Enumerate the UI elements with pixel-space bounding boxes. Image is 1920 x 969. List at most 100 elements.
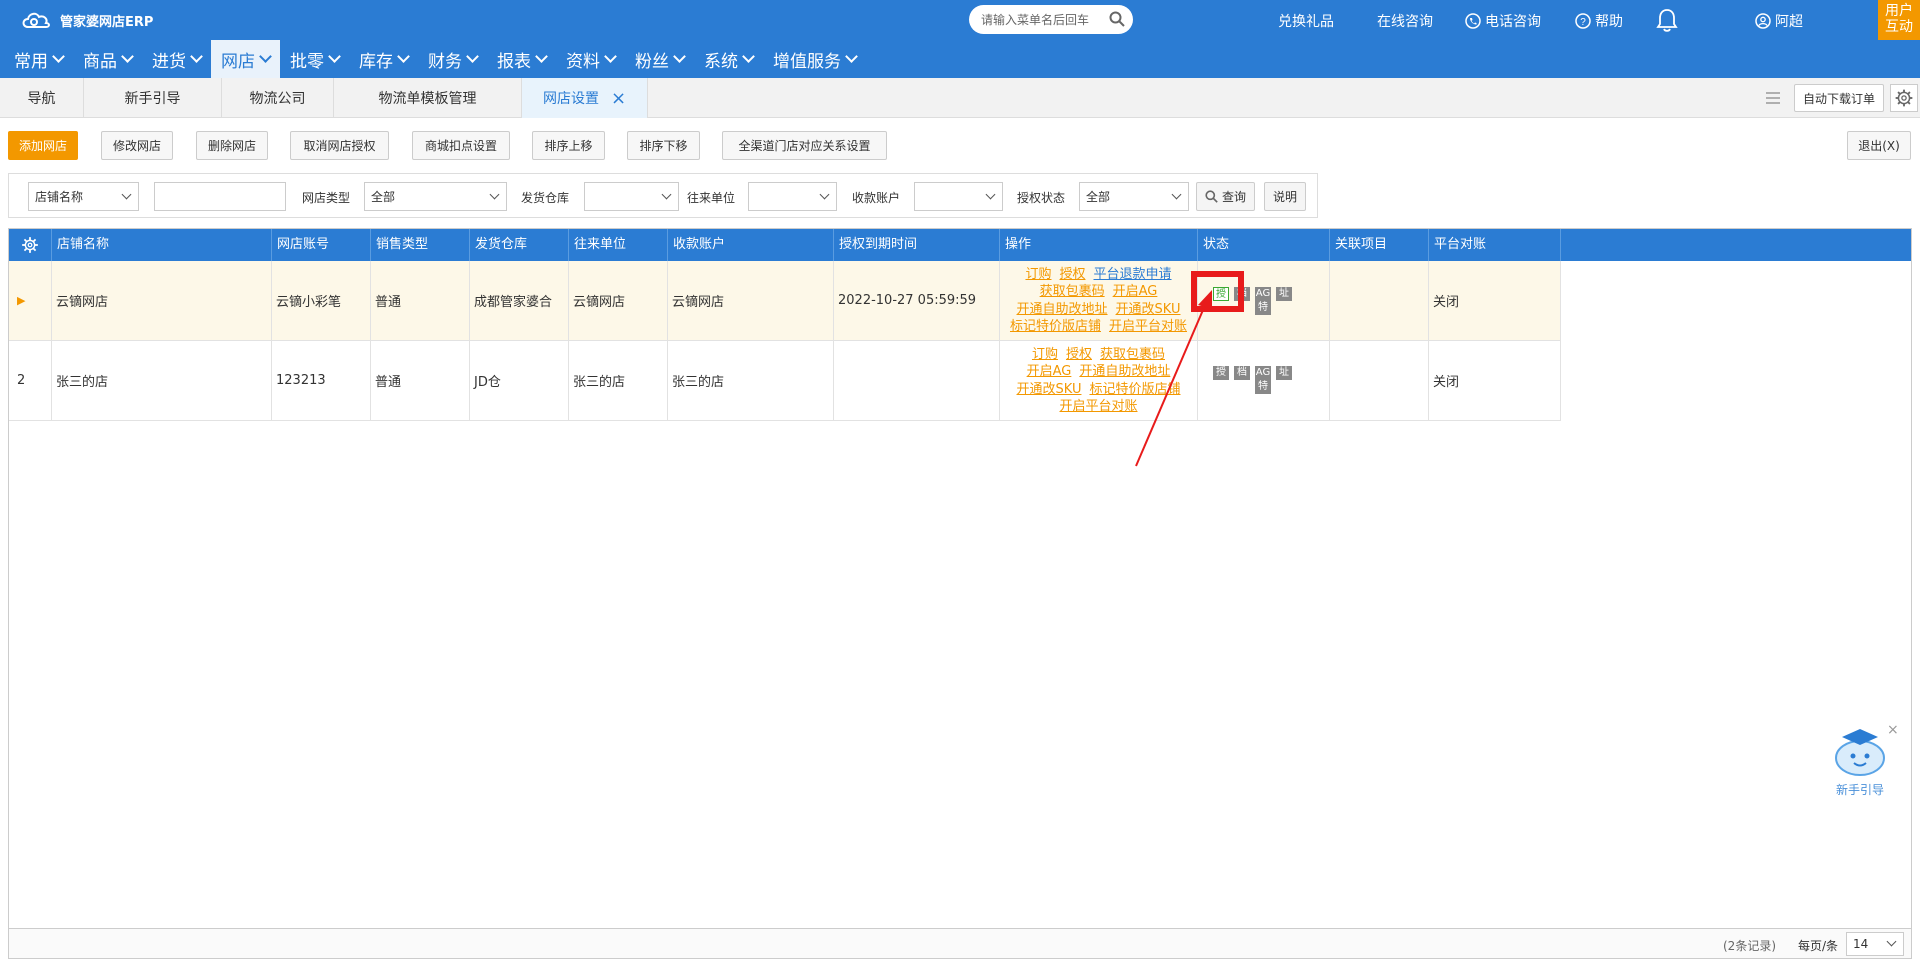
per-page-select[interactable]: 14 — [1846, 932, 1904, 956]
mark-special-shop-link[interactable]: 标记特价版店铺 — [1089, 381, 1180, 399]
col-auth-expire[interactable]: 授权到期时间 — [834, 229, 1000, 261]
mall-commission-settings-button[interactable]: 商城扣点设置 — [412, 131, 510, 160]
select-value: 店铺名称 — [35, 190, 84, 204]
explain-button[interactable]: 说明 — [1264, 182, 1307, 211]
online-consult-link[interactable]: 在线咨询 — [1377, 11, 1433, 31]
grid-settings-cell[interactable] — [9, 229, 52, 261]
nav-reports[interactable]: 报表 — [487, 40, 556, 78]
nav-finance[interactable]: 财务 — [418, 40, 487, 78]
select-value: 全部 — [371, 190, 396, 204]
order-link[interactable]: 订购 — [1032, 346, 1058, 364]
partner-select[interactable] — [748, 182, 837, 211]
tab-waybill-template[interactable]: 物流单模板管理 — [334, 78, 522, 118]
search-keyword-input[interactable] — [154, 182, 286, 211]
col-warehouse[interactable]: 发货仓库 — [470, 229, 569, 261]
platform-refund-link[interactable]: 平台退款申请 — [1094, 266, 1172, 284]
close-icon[interactable]: × — [611, 88, 626, 109]
query-button[interactable]: 查询 — [1196, 182, 1256, 211]
col-platform-reconcile[interactable]: 平台对账 — [1429, 229, 1561, 261]
nav-data[interactable]: 资料 — [556, 40, 625, 78]
gift-link[interactable]: 兑换礼品 — [1278, 11, 1334, 31]
auto-download-orders-button[interactable]: 自动下载订单 — [1793, 84, 1884, 112]
warehouse-select[interactable] — [584, 182, 679, 211]
user-menu[interactable]: 阿超 — [1755, 11, 1803, 31]
move-up-button[interactable]: 排序上移 — [532, 131, 605, 160]
nav-inventory[interactable]: 库存 — [349, 40, 418, 78]
nav-common[interactable]: 常用 — [4, 40, 73, 78]
col-sale-type[interactable]: 销售类型 — [371, 229, 470, 261]
gear-icon[interactable] — [1890, 84, 1918, 112]
menu-search-box[interactable] — [969, 5, 1133, 34]
col-shop-name[interactable]: 店铺名称 — [52, 229, 272, 261]
search-icon[interactable] — [1109, 11, 1125, 27]
enable-self-address-change-link[interactable]: 开通自助改地址 — [1079, 363, 1170, 381]
tab-navigation[interactable]: 导航 — [0, 78, 84, 118]
cell-warehouse: JD仓 — [470, 341, 569, 420]
cancel-authorization-button[interactable]: 取消网店授权 — [290, 131, 389, 160]
shop-type-select[interactable]: 全部 — [364, 182, 507, 211]
menu-search-input[interactable] — [981, 12, 1107, 27]
enable-sku-change-link[interactable]: 开通改SKU — [1116, 301, 1181, 319]
add-shop-button[interactable]: 添加网店 — [8, 131, 78, 160]
get-package-code-link[interactable]: 获取包裹码 — [1040, 283, 1105, 301]
user-interaction-badge[interactable]: 用户 互动 — [1878, 0, 1920, 40]
nav-goods[interactable]: 商品 — [73, 40, 142, 78]
delete-shop-button[interactable]: 删除网店 — [196, 131, 268, 160]
nav-value-added[interactable]: 增值服务 — [763, 40, 866, 78]
status-tag-authorized: 授 — [1213, 366, 1229, 380]
auth-status-select[interactable]: 全部 — [1079, 182, 1189, 211]
authorize-link[interactable]: 授权 — [1059, 266, 1085, 284]
move-down-button[interactable]: 排序下移 — [627, 131, 700, 160]
status-tag-address: 址 — [1276, 287, 1292, 301]
phone-consult-link[interactable]: 电话咨询 — [1465, 11, 1541, 31]
list-icon[interactable] — [1758, 84, 1788, 112]
cell-platform-reconcile: 关闭 — [1429, 261, 1561, 340]
col-operations[interactable]: 操作 — [1000, 229, 1198, 261]
cell-shop-name: 云镝网店 — [52, 261, 272, 340]
order-link[interactable]: 订购 — [1025, 266, 1051, 284]
table-row[interactable]: 2 张三的店 123213 普通 JD仓 张三的店 张三的店 订购 授权 获取包裹码… — [9, 341, 1561, 421]
status-tag-ag: AG — [1255, 366, 1271, 380]
nav-label: 商品 — [83, 51, 117, 72]
nav-purchase[interactable]: 进货 — [142, 40, 211, 78]
account-select[interactable] — [914, 182, 1003, 211]
table-row[interactable]: ▶ 云镝网店 云镝小彩笔 普通 成都管家婆合 云镝网店 云镝网店 2022-10… — [9, 261, 1561, 341]
tab-logistics-company[interactable]: 物流公司 — [222, 78, 334, 118]
authorize-link[interactable]: 授权 — [1066, 346, 1092, 364]
nav-webshop[interactable]: 网店 — [211, 40, 280, 78]
enable-ag-link[interactable]: 开启AG — [1027, 363, 1072, 381]
chevron-down-icon — [535, 50, 548, 63]
col-status[interactable]: 状态 — [1198, 229, 1330, 261]
beginner-guide-widget[interactable]: × 新手引导 — [1830, 722, 1899, 797]
per-page-label: 每页/条 — [1798, 939, 1839, 953]
nav-system[interactable]: 系统 — [694, 40, 763, 78]
col-partner[interactable]: 往来单位 — [569, 229, 668, 261]
edit-shop-button[interactable]: 修改网店 — [101, 131, 173, 160]
enable-self-address-change-link[interactable]: 开通自助改地址 — [1017, 301, 1108, 319]
gear-icon[interactable] — [20, 235, 40, 255]
get-package-code-link[interactable]: 获取包裹码 — [1100, 346, 1165, 364]
nav-wholesale[interactable]: 批零 — [280, 40, 349, 78]
nav-fans[interactable]: 粉丝 — [625, 40, 694, 78]
chevron-down-icon — [466, 50, 479, 63]
col-shop-account[interactable]: 网店账号 — [272, 229, 371, 261]
tab-beginner-guide[interactable]: 新手引导 — [84, 78, 222, 118]
col-payee-account[interactable]: 收款账户 — [668, 229, 834, 261]
cell-shop-name: 张三的店 — [52, 341, 272, 420]
app-logo[interactable]: 管家婆网店ERP — [20, 8, 153, 32]
exit-button[interactable]: 退出(X) — [1847, 131, 1911, 160]
nav-label: 常用 — [14, 51, 48, 72]
tab-webshop-settings[interactable]: 网店设置 × — [522, 78, 648, 118]
mark-special-shop-link[interactable]: 标记特价版店铺 — [1010, 318, 1101, 336]
notification-bell-icon[interactable] — [1655, 7, 1679, 33]
close-icon[interactable]: × — [1887, 722, 1899, 738]
enable-platform-reconcile-link[interactable]: 开启平台对账 — [1109, 318, 1187, 336]
enable-platform-reconcile-link[interactable]: 开启平台对账 — [1059, 398, 1137, 416]
search-field-select[interactable]: 店铺名称 — [28, 182, 139, 211]
cell-auth-expire: 2022-10-27 05:59:59 — [834, 261, 1000, 340]
enable-ag-link[interactable]: 开启AG — [1113, 283, 1158, 301]
col-related-project[interactable]: 关联项目 — [1330, 229, 1429, 261]
help-link[interactable]: ? 帮助 — [1575, 11, 1623, 31]
enable-sku-change-link[interactable]: 开通改SKU — [1017, 381, 1082, 399]
omnichannel-store-mapping-button[interactable]: 全渠道门店对应关系设置 — [722, 131, 887, 160]
